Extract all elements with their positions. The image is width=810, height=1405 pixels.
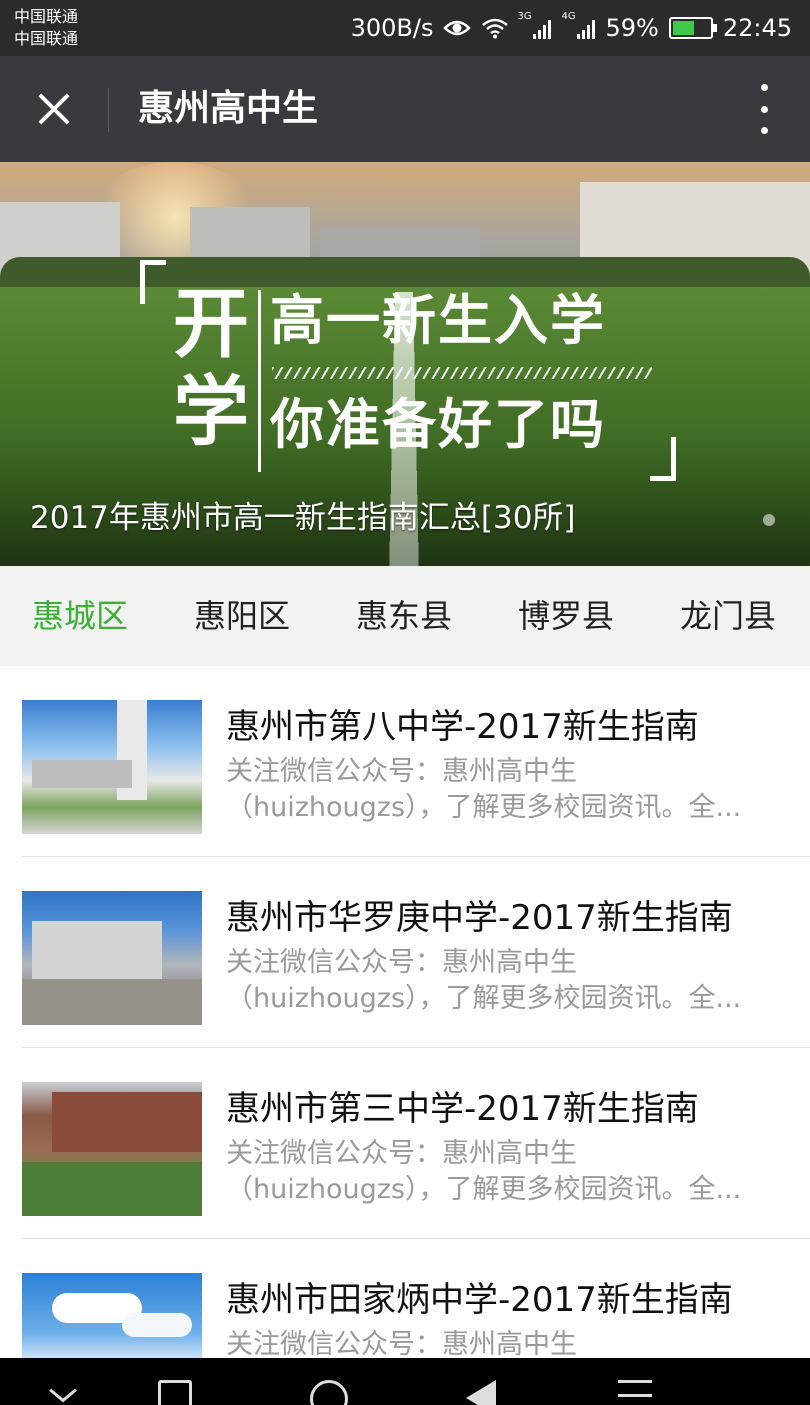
article-thumbnail	[22, 700, 202, 834]
article-list: 惠州市第八中学-2017新生指南 关注微信公众号：惠州高中生 （huizhoug…	[0, 666, 810, 1358]
eye-icon	[443, 20, 472, 36]
article-title: 惠州市第八中学-2017新生指南	[226, 707, 699, 747]
clock: 22:45	[722, 14, 792, 42]
tab-huicheng[interactable]: 惠城区	[32, 594, 128, 638]
battery-percent: 59%	[605, 14, 659, 42]
article-title: 惠州市华罗庚中学-2017新生指南	[226, 898, 733, 938]
list-item[interactable]: 惠州市第八中学-2017新生指南 关注微信公众号：惠州高中生 （huizhoug…	[0, 666, 810, 857]
banner-big-char: 开学	[173, 279, 249, 456]
hide-icon[interactable]	[44, 1380, 84, 1405]
wifi-icon	[482, 18, 509, 39]
carrier-1: 中国联通	[14, 7, 79, 26]
article-thumbnail	[22, 891, 202, 1025]
banner-frame-corner	[140, 260, 166, 304]
article-desc: （huizhougzs），了解更多校园资讯。全...	[226, 983, 742, 1014]
signal-4g-icon: 4G	[561, 11, 596, 39]
tab-longmen[interactable]: 龙门县	[680, 594, 776, 638]
home-icon[interactable]	[310, 1380, 348, 1405]
list-item[interactable]: 惠州市华罗庚中学-2017新生指南 关注微信公众号：惠州高中生 （huizhou…	[0, 857, 810, 1048]
battery-icon	[668, 17, 717, 39]
signal-3g-label: 3G	[517, 11, 532, 22]
article-thumbnail	[22, 1273, 202, 1358]
banner-line-2: 你准备好了吗	[270, 393, 606, 456]
battery-fill	[672, 21, 695, 35]
page-title: 惠州高中生	[138, 88, 319, 129]
back-icon[interactable]	[466, 1380, 496, 1405]
banner-divider	[258, 290, 261, 472]
article-title: 惠州市第三中学-2017新生指南	[226, 1089, 699, 1129]
signal-4g-label: 4G	[561, 11, 576, 22]
close-icon[interactable]	[28, 83, 80, 135]
article-desc: 关注微信公众号：惠州高中生	[226, 947, 577, 978]
tab-boluo[interactable]: 博罗县	[518, 594, 614, 638]
tab-huiyang[interactable]: 惠阳区	[194, 594, 290, 638]
status-indicators: 300B/s 3G 4G 59% 22:45	[351, 10, 792, 46]
more-icon[interactable]	[756, 84, 772, 134]
status-bar: 中国联通 中国联通 300B/s 3G 4G 59% 22:45	[0, 0, 810, 56]
district-tabs: 惠城区 惠阳区 惠东县 博罗县 龙门县	[0, 566, 810, 666]
title-divider	[108, 88, 109, 132]
article-desc: （huizhougzs），了解更多校园资讯。全...	[226, 1174, 742, 1205]
banner-line-1: 高一新生入学	[270, 289, 606, 352]
carousel-indicator	[763, 514, 775, 526]
article-desc: 关注微信公众号：惠州高中生	[226, 1329, 577, 1358]
banner-frame-corner	[650, 437, 676, 481]
article-desc: （huizhougzs），了解更多校园资讯。全...	[226, 792, 742, 823]
article-title: 惠州市田家炳中学-2017新生指南	[226, 1280, 733, 1320]
menu-icon[interactable]	[618, 1380, 652, 1405]
list-item[interactable]: 惠州市第三中学-2017新生指南 关注微信公众号：惠州高中生 （huizhoug…	[0, 1048, 810, 1239]
banner-hatch	[272, 367, 652, 379]
tab-huidong[interactable]: 惠东县	[356, 594, 452, 638]
banner[interactable]: 开学 高一新生入学 你准备好了吗 2017年惠州市高一新生指南汇总[30所]	[0, 162, 810, 566]
signal-3g-icon: 3G	[517, 11, 552, 39]
title-bar: 惠州高中生	[0, 56, 810, 162]
list-item[interactable]: 惠州市田家炳中学-2017新生指南 关注微信公众号：惠州高中生	[0, 1239, 810, 1358]
article-thumbnail	[22, 1082, 202, 1216]
carrier-info: 中国联通 中国联通	[14, 6, 78, 50]
carrier-2: 中国联通	[14, 29, 79, 48]
article-desc: 关注微信公众号：惠州高中生	[226, 1138, 577, 1169]
recent-apps-icon[interactable]	[158, 1380, 192, 1405]
article-desc: 关注微信公众号：惠州高中生	[226, 756, 577, 787]
net-speed: 300B/s	[350, 14, 434, 42]
system-nav-bar	[0, 1358, 810, 1405]
banner-caption: 2017年惠州市高一新生指南汇总[30所]	[30, 500, 576, 536]
